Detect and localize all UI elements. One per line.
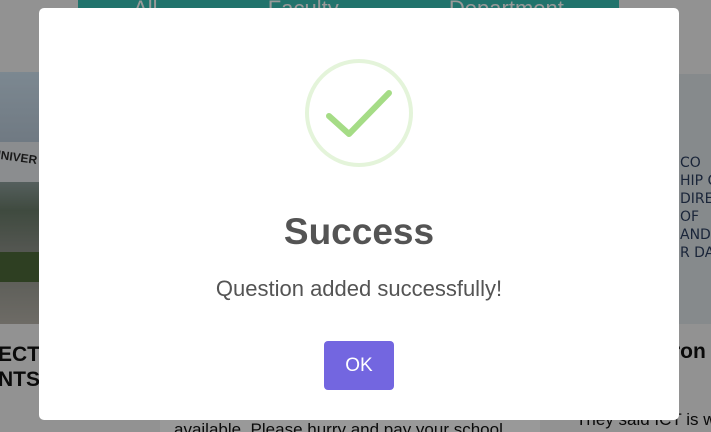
- checkmark-icon: [305, 59, 413, 167]
- dialog-message: Question added successfully!: [215, 276, 503, 301]
- ok-button[interactable]: OK: [324, 341, 394, 390]
- success-dialog: Success Question added successfully! OK: [39, 8, 679, 420]
- page: All Faculty Department UNIVER ECTS NTS C…: [0, 0, 711, 432]
- dialog-title: Success: [283, 211, 435, 252]
